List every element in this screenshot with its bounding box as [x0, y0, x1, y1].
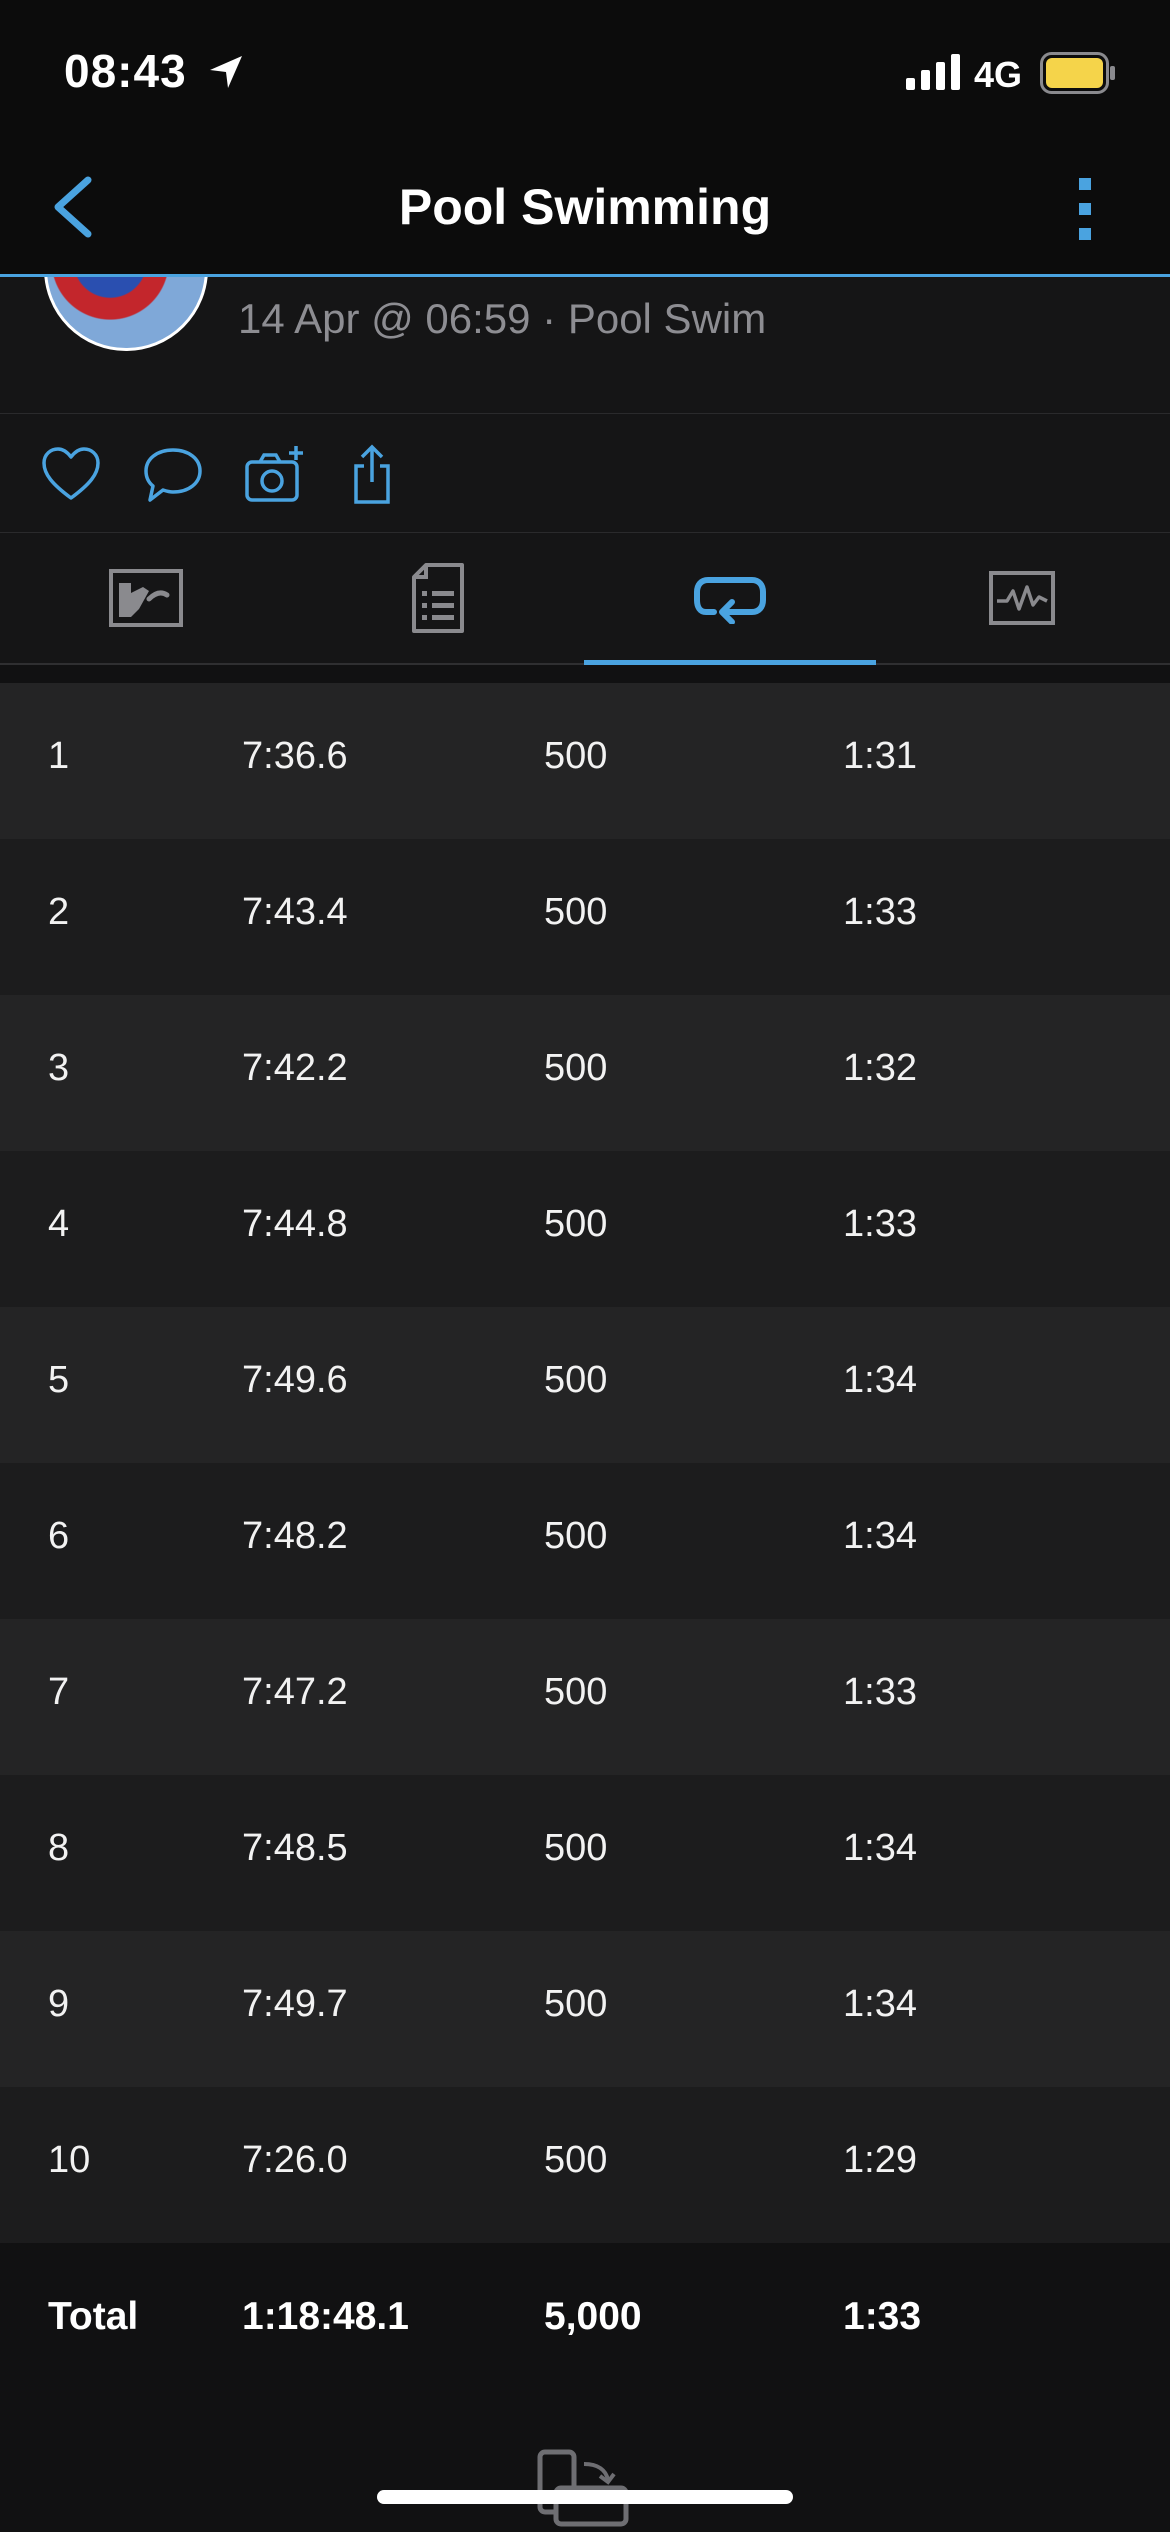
lap-pace: 1:34 [843, 1359, 917, 1401]
location-arrow-icon [210, 56, 242, 88]
lap-time: 7:49.7 [242, 1983, 348, 2025]
lap-distance: 500 [544, 1203, 608, 1245]
total-pace: 1:33 [843, 2295, 922, 2338]
status-bar: 08:43 4G [0, 0, 1170, 140]
lap-number: 5 [48, 1359, 70, 1401]
navigation-bar: Pool Swimming [0, 140, 1170, 277]
network-type: 4G [974, 54, 1023, 95]
lap-pace: 1:33 [843, 891, 917, 933]
lap-time: 7:42.2 [242, 1047, 348, 1089]
lap-time: 7:49.6 [242, 1359, 348, 1401]
lap-number: 8 [48, 1827, 70, 1869]
tab-details[interactable] [292, 533, 584, 663]
tab-summary[interactable] [0, 533, 292, 663]
details-list-icon [412, 563, 464, 633]
lap-pace: 1:29 [843, 2139, 917, 2181]
tab-laps[interactable] [584, 533, 876, 665]
share-icon[interactable] [346, 444, 408, 506]
heart-icon[interactable] [40, 444, 102, 506]
summary-map-icon [109, 569, 183, 627]
tab-bar [0, 533, 1170, 665]
page-title: Pool Swimming [398, 179, 772, 235]
status-time: 08:43 [64, 45, 187, 97]
activity-subtitle: 14 Apr @ 06:59 · Pool Swim [238, 295, 767, 342]
lap-time: 7:43.4 [242, 891, 348, 933]
lap-number: 3 [48, 1047, 70, 1089]
lap-number: 6 [48, 1515, 70, 1557]
lap-distance: 500 [544, 1047, 608, 1089]
comment-icon[interactable] [142, 444, 204, 506]
lap-distance: 500 [544, 1359, 608, 1401]
lap-time: 7:36.6 [242, 735, 348, 777]
lap-number: 10 [48, 2139, 91, 2181]
battery-icon [1040, 52, 1115, 94]
table-row[interactable]: 8 7:48.5 500 1:34 [0, 1775, 1170, 1931]
lap-distance: 500 [544, 1515, 608, 1557]
lap-pace: 1:34 [843, 1827, 917, 1869]
lap-pace: 1:34 [843, 1983, 917, 2025]
lap-time: 7:48.5 [242, 1827, 348, 1869]
total-time: 1:18:48.1 [242, 2295, 409, 2338]
total-row: Total 1:18:48.1 5,000 1:33 [0, 2243, 1170, 2399]
action-bar [0, 414, 1170, 533]
table-row[interactable]: 9 7:49.7 500 1:34 [0, 1931, 1170, 2087]
table-row[interactable]: 7 7:47.2 500 1:33 [0, 1619, 1170, 1775]
tab-graphs[interactable] [876, 533, 1168, 663]
lap-time: 7:48.2 [242, 1515, 348, 1557]
lap-number: 9 [48, 1983, 70, 2025]
lap-pace: 1:33 [843, 1671, 917, 1713]
lap-number: 2 [48, 891, 70, 933]
laps-table: 1 7:36.6 500 1:31 2 7:43.4 500 1:33 3 7:… [0, 683, 1170, 2243]
table-row[interactable]: 6 7:48.2 500 1:34 [0, 1463, 1170, 1619]
table-row[interactable]: 1 7:36.6 500 1:31 [0, 683, 1170, 839]
add-photo-icon[interactable] [244, 444, 306, 506]
table-row[interactable]: 4 7:44.8 500 1:33 [0, 1151, 1170, 1307]
lap-time: 7:26.0 [242, 2139, 348, 2181]
activity-header: 14 Apr @ 06:59 · Pool Swim [0, 277, 1170, 414]
lap-distance: 500 [544, 1983, 608, 2025]
signal-icon [906, 54, 960, 90]
avatar[interactable] [44, 277, 208, 351]
table-row[interactable]: 3 7:42.2 500 1:32 [0, 995, 1170, 1151]
rotate-device-icon[interactable] [536, 2448, 632, 2528]
lap-distance: 500 [544, 2139, 608, 2181]
lap-number: 1 [48, 735, 70, 777]
table-row[interactable]: 5 7:49.6 500 1:34 [0, 1307, 1170, 1463]
lap-distance: 500 [544, 1827, 608, 1869]
graph-icon [989, 571, 1055, 625]
lap-distance: 500 [544, 735, 608, 777]
lap-distance: 500 [544, 891, 608, 933]
table-row[interactable]: 2 7:43.4 500 1:33 [0, 839, 1170, 995]
lap-time: 7:47.2 [242, 1671, 348, 1713]
lap-time: 7:44.8 [242, 1203, 348, 1245]
lap-number: 4 [48, 1203, 70, 1245]
table-row[interactable]: 10 7:26.0 500 1:29 [0, 2087, 1170, 2243]
lap-number: 7 [48, 1671, 70, 1713]
lap-pace: 1:33 [843, 1203, 917, 1245]
more-vertical-icon[interactable] [1070, 174, 1100, 244]
lap-distance: 500 [544, 1671, 608, 1713]
total-distance: 5,000 [544, 2295, 642, 2338]
total-label: Total [48, 2295, 139, 2338]
lap-pace: 1:32 [843, 1047, 917, 1089]
laps-icon [694, 577, 766, 624]
lap-pace: 1:34 [843, 1515, 917, 1557]
lap-pace: 1:31 [843, 735, 917, 777]
home-indicator [377, 2490, 793, 2504]
